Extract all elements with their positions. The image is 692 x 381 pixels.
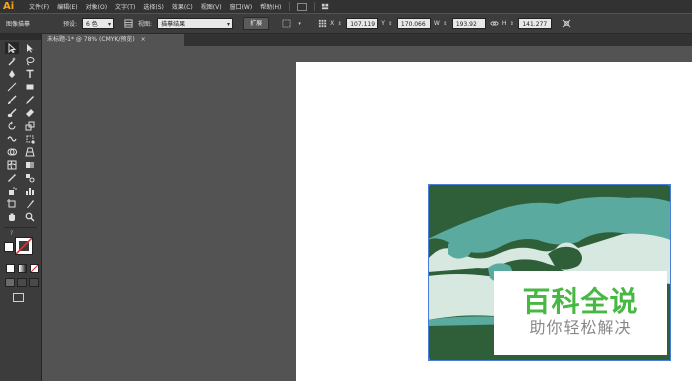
document-tab-title: 未标题-1* @ 78% (CMYK/预览) [47, 36, 135, 43]
artboard-tool-icon[interactable] [5, 198, 19, 210]
blend-tool-icon[interactable] [23, 172, 37, 184]
watermark-logo: 百科全说 助你轻松解决 [494, 271, 667, 355]
type-tool-icon[interactable] [23, 68, 37, 80]
gradient-mode-icon[interactable] [18, 264, 27, 273]
tool-grid [0, 40, 41, 225]
rectangle-tool-icon[interactable] [23, 81, 37, 93]
color-mode-buttons [0, 264, 41, 273]
width-field[interactable]: 193.92 [451, 18, 486, 29]
pencil-tool-icon[interactable] [23, 94, 37, 106]
x-field[interactable]: 107.119 [346, 18, 379, 29]
height-field[interactable]: 141.277 [518, 18, 553, 29]
app-logo: Ai [3, 1, 15, 12]
watermark-subtitle: 助你轻松解决 [529, 318, 632, 337]
expand-button[interactable]: 扩展 [243, 17, 270, 30]
pen-tool-icon[interactable] [5, 68, 19, 80]
menu-file[interactable]: 文件(F) [25, 2, 53, 11]
slice-tool-icon[interactable] [23, 198, 37, 210]
blob-brush-tool-icon[interactable] [5, 107, 19, 119]
tools-panel: ? [0, 34, 42, 381]
screen-mode-icon[interactable] [13, 293, 24, 302]
menu-separator [289, 2, 291, 11]
default-colors-icon[interactable]: ? [10, 230, 13, 237]
symbol-sprayer-tool-icon[interactable] [5, 185, 19, 197]
close-icon[interactable]: × [141, 36, 146, 43]
draw-normal-icon[interactable] [5, 278, 15, 287]
draw-behind-icon[interactable] [17, 278, 27, 287]
y-label: Y [381, 20, 385, 27]
menu-view[interactable]: 视图(V) [197, 2, 226, 11]
column-graph-tool-icon[interactable] [23, 185, 37, 197]
eyedropper-tool-icon[interactable] [5, 172, 19, 184]
magic-wand-tool-icon[interactable] [5, 55, 19, 67]
menu-help[interactable]: 帮助(H) [256, 2, 285, 11]
menu-bar: Ai 文件(F) 编辑(E) 对象(O) 文字(T) 选择(S) 效果(C) 视… [0, 0, 692, 13]
menu-object[interactable]: 对象(O) [82, 2, 111, 11]
control-bar: 图像描摹 预设: 6 色 视图: 描摹结果 扩展 ▾ X ⇕ 107.119 Y… [0, 14, 692, 34]
chevron-down-icon[interactable]: ▾ [295, 19, 304, 28]
draw-mode-buttons [0, 273, 41, 287]
y-field[interactable]: 170.066 [396, 18, 431, 29]
warp-tool-icon[interactable] [5, 133, 19, 145]
stroke-swatch[interactable] [15, 237, 33, 255]
line-segment-tool-icon[interactable] [5, 81, 19, 93]
direct-selection-tool-icon[interactable] [23, 42, 37, 54]
trace-panel-icon[interactable] [124, 19, 133, 28]
arrange-documents-icon[interactable] [321, 2, 330, 11]
object-type-label: 图像描摹 [6, 21, 31, 28]
menu-window[interactable]: 窗口(W) [226, 2, 257, 11]
none-mode-icon[interactable] [30, 264, 39, 273]
preset-label: 预设: [63, 21, 78, 28]
scale-tool-icon[interactable] [23, 120, 37, 132]
fill-stroke-area: ? [0, 230, 41, 264]
height-stepper-icon[interactable]: ⇕ [509, 19, 514, 28]
hand-tool-icon[interactable] [5, 211, 19, 223]
free-transform-tool-icon[interactable] [23, 133, 37, 145]
preset-select[interactable]: 6 色 [82, 18, 115, 30]
link-proportions-icon[interactable] [490, 19, 499, 28]
canvas-area[interactable]: 百科全说 助你轻松解决 [42, 46, 692, 381]
shape-builder-tool-icon[interactable] [5, 146, 19, 158]
menu-edit[interactable]: 编辑(E) [53, 2, 81, 11]
bridge-icon[interactable] [297, 2, 308, 11]
view-label: 视图: [138, 21, 153, 28]
view-select[interactable]: 描摹结果 [157, 18, 234, 30]
tools-separator [4, 227, 37, 228]
reference-point-icon[interactable] [318, 19, 327, 28]
rotate-tool-icon[interactable] [5, 120, 19, 132]
menu-effect[interactable]: 效果(C) [168, 2, 197, 11]
menu-type[interactable]: 文字(T) [111, 2, 139, 11]
screen-mode-area [0, 287, 41, 304]
height-label: H [501, 20, 507, 27]
document-tab-bar: 未标题-1* @ 78% (CMYK/预览) × [42, 34, 692, 46]
x-stepper-icon[interactable]: ⇕ [337, 19, 342, 28]
zoom-tool-icon[interactable] [23, 211, 37, 223]
fill-swatch[interactable] [4, 242, 14, 252]
perspective-grid-tool-icon[interactable] [23, 146, 37, 158]
gradient-tool-icon[interactable] [23, 159, 37, 171]
paintbrush-tool-icon[interactable] [5, 94, 19, 106]
mesh-tool-icon[interactable] [5, 159, 19, 171]
watermark-title: 百科全说 [522, 285, 639, 318]
selection-tool-icon[interactable] [5, 42, 19, 54]
transform-icon[interactable] [562, 19, 571, 28]
menu-separator [314, 2, 316, 11]
draw-inside-icon[interactable] [29, 278, 39, 287]
align-icon[interactable] [282, 19, 291, 28]
color-mode-icon[interactable] [6, 264, 15, 273]
lasso-tool-icon[interactable] [23, 55, 37, 67]
x-label: X [330, 20, 335, 27]
width-stepper-icon[interactable]: ⇕ [443, 19, 448, 28]
y-stepper-icon[interactable]: ⇕ [388, 19, 393, 28]
width-label: W [433, 20, 440, 27]
eraser-tool-icon[interactable] [23, 107, 37, 119]
document-tab[interactable]: 未标题-1* @ 78% (CMYK/预览) × [42, 34, 184, 46]
menu-select[interactable]: 选择(S) [139, 2, 168, 11]
